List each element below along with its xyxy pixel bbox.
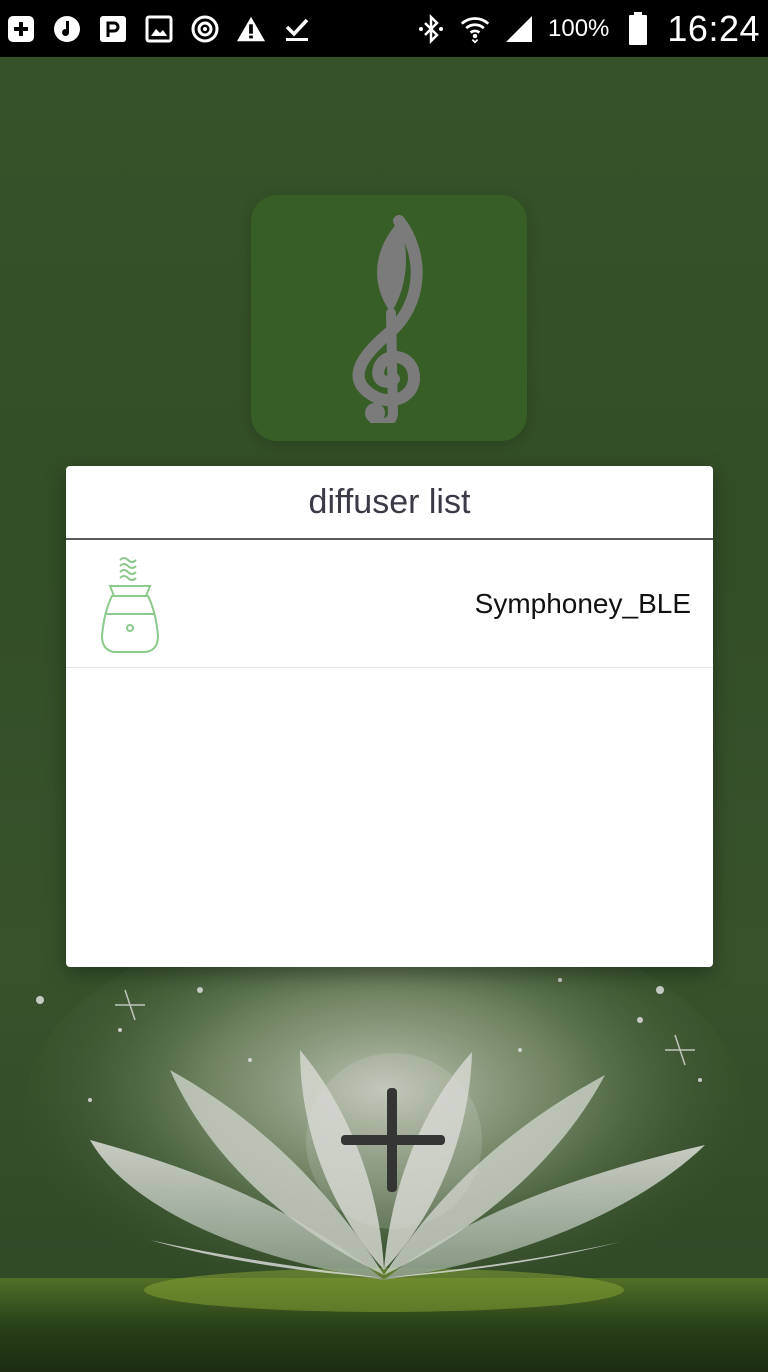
music-note-icon xyxy=(52,14,82,44)
battery-level: 100% xyxy=(548,14,610,42)
status-time: 16:24 xyxy=(667,7,760,49)
bluetooth-icon xyxy=(416,13,446,44)
p-app-icon xyxy=(98,14,128,44)
download-done-icon xyxy=(282,14,312,44)
image-icon xyxy=(144,14,174,44)
diffuser-icon xyxy=(100,556,160,653)
signal-icon xyxy=(504,14,534,44)
dialog-title: diffuser list xyxy=(66,466,713,540)
battery-icon xyxy=(623,11,653,45)
wifi-icon xyxy=(460,14,490,44)
warning-icon xyxy=(236,14,266,44)
device-name: Symphoney_BLE xyxy=(474,587,691,619)
screen: 100% 16:24 diffuser list Symphoney_BLE xyxy=(0,0,768,1372)
diffuser-list-dialog: diffuser list Symphoney_BLE xyxy=(66,466,713,967)
add-box-icon xyxy=(6,14,36,44)
sync-icon xyxy=(190,14,220,44)
list-item[interactable]: Symphoney_BLE xyxy=(66,540,713,668)
status-bar: 100% 16:24 xyxy=(0,0,768,57)
